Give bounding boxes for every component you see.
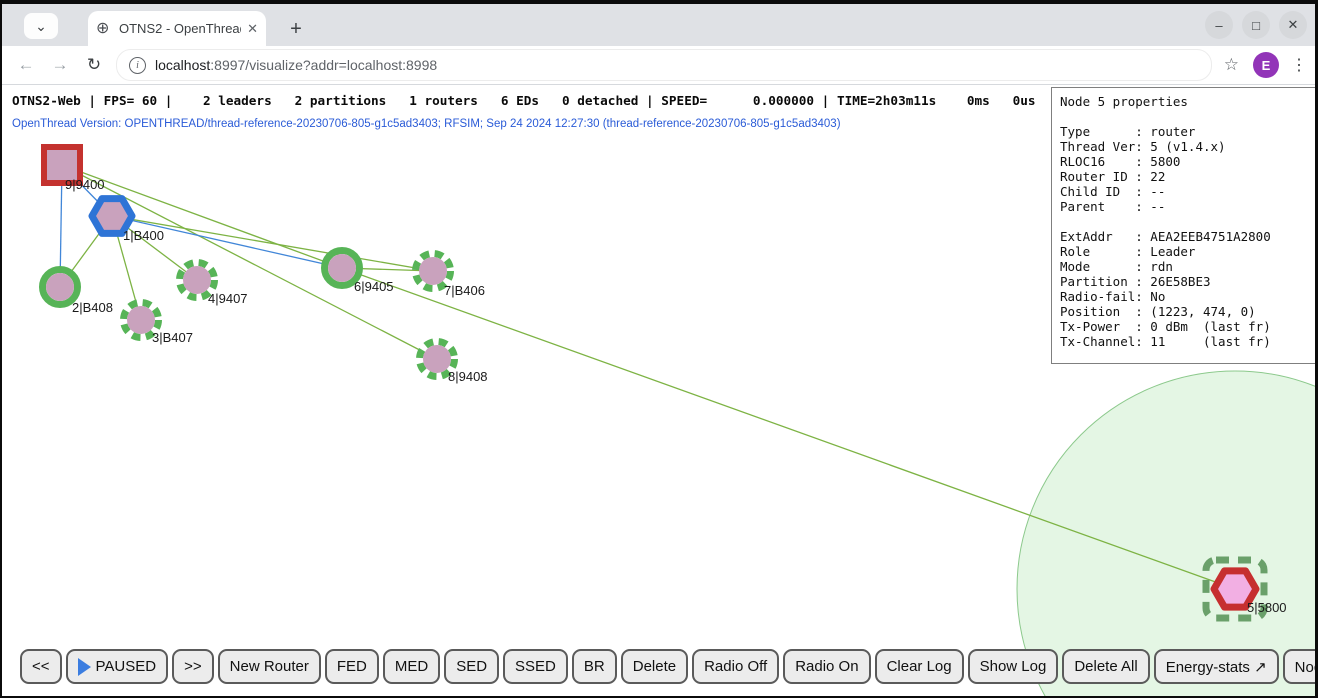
toolbar-button-label: New Router: [230, 658, 309, 675]
bookmark-star-icon[interactable]: ☆: [1224, 55, 1239, 75]
toolbar-button-clear-log[interactable]: Clear Log: [875, 649, 964, 684]
url-path: :8997/visualize?addr=localhost:8998: [210, 57, 437, 73]
node-7[interactable]: [419, 257, 447, 285]
node-label-2: 2|B408: [72, 300, 113, 315]
node-label-1: 1|B400: [123, 228, 164, 243]
toolbar-button-sed[interactable]: SED: [444, 649, 499, 684]
toolbar-button-label: Node-stats ↗: [1295, 658, 1315, 676]
toolbar-button-med[interactable]: MED: [383, 649, 440, 684]
node-label-5: 5|5800: [1247, 600, 1287, 615]
toolbar-button-label: SED: [456, 658, 487, 675]
toolbar-button-energy-stats[interactable]: Energy-stats ↗: [1154, 649, 1279, 684]
toolbar-button-label: SSED: [515, 658, 556, 675]
node-6[interactable]: [328, 254, 356, 282]
toolbar-button-[interactable]: >>: [172, 649, 214, 684]
toolbar-button-label: FED: [337, 658, 367, 675]
toolbar-button-br[interactable]: BR: [572, 649, 617, 684]
tab-strip: ⌄ ⊕ OTNS2 - OpenThread Ne ✕ + – □ ✕: [2, 4, 1315, 46]
toolbar-button-label: MED: [395, 658, 428, 675]
toolbar-button-label: Radio On: [795, 658, 858, 675]
toolbar-button-delete-all[interactable]: Delete All: [1062, 649, 1149, 684]
toolbar-button-label: Delete: [633, 658, 676, 675]
reload-icon[interactable]: ↻: [84, 55, 104, 75]
properties-title: Node 5 properties: [1060, 94, 1315, 109]
browser-window: ⌄ ⊕ OTNS2 - OpenThread Ne ✕ + – □ ✕ ← → …: [0, 0, 1318, 698]
tab-close-icon[interactable]: ✕: [247, 21, 258, 37]
close-button[interactable]: ✕: [1279, 11, 1307, 39]
toolbar-button-paused[interactable]: PAUSED: [66, 649, 169, 684]
props-body: Type : router Thread Ver: 5 (v1.4.x) RLO…: [1060, 109, 1315, 349]
node-8[interactable]: [423, 345, 451, 373]
play-icon: [78, 658, 91, 676]
url-text: localhost:8997/visualize?addr=localhost:…: [155, 57, 437, 73]
toolbar-button-label: <<: [32, 658, 50, 675]
toolbar-button-label: PAUSED: [96, 658, 157, 675]
toolbar-button-node-stats[interactable]: Node-stats ↗: [1283, 649, 1315, 684]
active-tab[interactable]: ⊕ OTNS2 - OpenThread Ne ✕: [88, 11, 266, 46]
forward-icon[interactable]: →: [50, 55, 70, 75]
url-host: localhost: [155, 57, 210, 73]
node-2[interactable]: [46, 273, 74, 301]
toolbar-button-radio-on[interactable]: Radio On: [783, 649, 870, 684]
url-bar: ← → ↻ i localhost:8997/visualize?addr=lo…: [2, 46, 1315, 85]
openthread-version-text: OpenThread Version: OPENTHREAD/thread-re…: [12, 118, 841, 130]
node-label-3: 3|B407: [152, 330, 193, 345]
toolbar-button-delete[interactable]: Delete: [621, 649, 688, 684]
toolbar-button-label: Radio Off: [704, 658, 767, 675]
node-label-7: 7|B406: [444, 283, 485, 298]
maximize-button[interactable]: □: [1242, 11, 1270, 39]
toolbar-button-label: >>: [184, 658, 202, 675]
toolbar-button-new-router[interactable]: New Router: [218, 649, 321, 684]
toolbar-button-[interactable]: <<: [20, 649, 62, 684]
tab-search-button[interactable]: ⌄: [24, 13, 58, 39]
node-3[interactable]: [127, 306, 155, 334]
toolbar-button-fed[interactable]: FED: [325, 649, 379, 684]
minimize-button[interactable]: –: [1205, 11, 1233, 39]
window-body: ⌄ ⊕ OTNS2 - OpenThread Ne ✕ + – □ ✕ ← → …: [2, 4, 1315, 696]
new-tab-button[interactable]: +: [282, 15, 310, 43]
node-label-9: 9|9400: [65, 177, 105, 192]
bottom-toolbar: << PAUSED >> New Router FED MED SED SSED BR Delet…: [20, 649, 1315, 684]
node-label-4: 4|9407: [208, 291, 248, 306]
toolbar-button-radio-off[interactable]: Radio Off: [692, 649, 779, 684]
toolbar-button-label: Clear Log: [887, 658, 952, 675]
tab-title: OTNS2 - OpenThread Ne: [119, 21, 241, 36]
toolbar-button-label: BR: [584, 658, 605, 675]
window-controls: – □ ✕: [1205, 11, 1307, 39]
link-1-7: [112, 216, 433, 271]
toolbar-button-show-log[interactable]: Show Log: [968, 649, 1059, 684]
globe-favicon-icon: ⊕: [96, 21, 112, 37]
node-label-8: 8|9408: [448, 369, 488, 384]
profile-avatar[interactable]: E: [1253, 52, 1279, 78]
simulation-status-bar: OTNS2-Web | FPS= 60 | 2 leaders 2 partit…: [12, 93, 1036, 108]
site-info-icon[interactable]: i: [129, 57, 146, 74]
node-label-6: 6|9405: [354, 279, 394, 294]
otns-page: OTNS2-Web | FPS= 60 | 2 leaders 2 partit…: [2, 85, 1315, 696]
radio-range-circle: [1017, 371, 1315, 696]
toolbar-button-ssed[interactable]: SSED: [503, 649, 568, 684]
toolbar-button-label: Energy-stats ↗: [1166, 658, 1267, 676]
node-4[interactable]: [183, 266, 211, 294]
toolbar-button-label: Show Log: [980, 658, 1047, 675]
toolbar-button-label: Delete All: [1074, 658, 1137, 675]
node-properties-panel: Node 5 properties Type : router Thread V…: [1051, 87, 1315, 364]
back-icon[interactable]: ←: [16, 55, 36, 75]
address-input[interactable]: i localhost:8997/visualize?addr=localhos…: [116, 49, 1212, 81]
browser-menu-icon[interactable]: ⋮: [1291, 55, 1307, 75]
